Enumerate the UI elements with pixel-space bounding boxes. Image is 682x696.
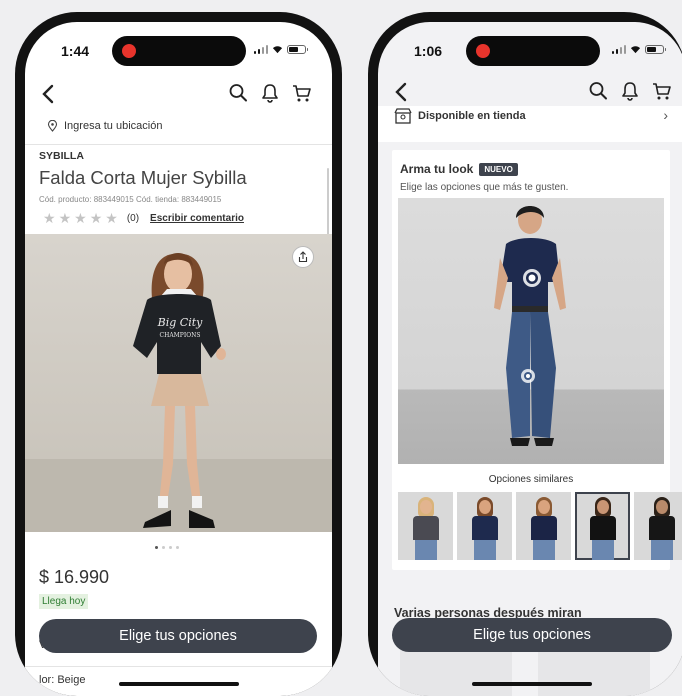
store-availability-label: Disponible en tienda — [418, 110, 526, 122]
choose-options-button[interactable]: Elige tus opciones — [39, 619, 317, 653]
signal-icon — [611, 45, 626, 54]
product-brand[interactable]: SYBILLA — [39, 150, 84, 162]
location-pin-icon — [47, 120, 58, 132]
star-icon: ★ — [43, 210, 56, 226]
dynamic-island — [112, 36, 246, 66]
carousel-dots[interactable] — [155, 546, 179, 549]
product-image[interactable]: Big City CHAMPIONS — [25, 234, 332, 532]
camera-dot — [476, 44, 490, 58]
chevron-right-icon: › — [663, 107, 668, 123]
star-icon: ★ — [89, 210, 103, 226]
similar-option-thumbnail[interactable] — [575, 492, 630, 560]
color-label: lor: Beige — [39, 674, 86, 686]
home-indicator[interactable] — [472, 682, 592, 686]
top-navbar — [25, 80, 332, 110]
status-time: 1:06 — [414, 43, 443, 59]
signal-icon — [253, 45, 268, 54]
search-icon[interactable] — [588, 80, 608, 102]
product-page-screen: 1:44 Ingresa tu ubicación SYBILLA Falda … — [25, 22, 332, 696]
location-label: Ingresa tu ubicación — [64, 120, 163, 132]
rating-count: (0) — [126, 213, 140, 224]
star-icon: ★ — [74, 210, 87, 226]
cart-icon[interactable] — [292, 82, 312, 104]
store-availability-row[interactable]: Disponible en tienda › — [378, 106, 682, 142]
star-icon: ★ — [105, 210, 118, 226]
look-subtitle: Elige las opciones que más te gusten. — [400, 182, 569, 193]
share-button[interactable] — [292, 246, 314, 268]
location-selector[interactable]: Ingresa tu ubicación — [47, 120, 162, 132]
phone-left: 1:44 Ingresa tu ubicación SYBILLA Falda … — [15, 12, 342, 696]
nav-actions — [228, 82, 312, 104]
hotspot-icon[interactable] — [521, 369, 535, 383]
bell-icon[interactable] — [260, 82, 280, 104]
look-builder-screen: 1:06 Disponible en tienda › Arma tu look… — [378, 22, 682, 696]
similar-option-thumbnail[interactable] — [516, 492, 571, 560]
hotspot-icon[interactable] — [523, 269, 541, 287]
write-review-link[interactable]: Escribir comentario — [150, 213, 244, 224]
top-navbar — [378, 78, 682, 108]
home-indicator[interactable] — [119, 682, 239, 686]
wifi-icon — [272, 46, 283, 54]
back-icon[interactable] — [392, 80, 412, 104]
rating-row: ★ ★ ★ ★ ★ (0) Escribir comentario — [43, 210, 244, 227]
product-price: $ 16.990 — [39, 567, 110, 587]
similar-options-carousel — [398, 492, 682, 560]
camera-dot — [122, 44, 136, 58]
sweatshirt-print-line2: CHAMPIONS — [160, 332, 201, 339]
status-time: 1:44 — [61, 43, 90, 59]
divider — [25, 144, 332, 145]
search-icon[interactable] — [228, 82, 248, 104]
battery-icon — [645, 45, 666, 54]
model-photo — [494, 206, 566, 446]
look-title: Arma tu look — [400, 162, 474, 176]
share-icon — [298, 251, 308, 263]
divider — [25, 666, 332, 667]
similar-option-thumbnail[interactable] — [398, 492, 453, 560]
nav-actions — [588, 80, 672, 102]
status-icons — [611, 45, 666, 54]
look-title-row: Arma tu look NUEVO — [400, 162, 518, 176]
back-icon[interactable] — [39, 82, 59, 106]
new-badge: NUEVO — [479, 162, 518, 176]
look-image[interactable] — [398, 198, 664, 464]
scrollbar[interactable] — [327, 168, 329, 238]
battery-icon — [287, 45, 308, 54]
product-codes: Cód. producto: 883449015 Cód. tienda: 88… — [39, 195, 222, 204]
product-title: Falda Corta Mujer Sybilla — [39, 167, 247, 188]
similar-options-label: Opciones similares — [488, 474, 574, 485]
build-look-card: Arma tu look NUEVO Elige las opciones qu… — [392, 150, 682, 570]
store-icon — [394, 108, 412, 124]
sweatshirt-print-line1: Big City — [157, 316, 203, 329]
star-icon: ★ — [58, 210, 72, 226]
dynamic-island — [466, 36, 600, 66]
phone-right: 1:06 Disponible en tienda › Arma tu look… — [368, 12, 682, 696]
bell-icon[interactable] — [620, 80, 640, 102]
wifi-icon — [630, 46, 641, 54]
status-icons — [253, 45, 308, 54]
model-photo: Big City CHAMPIONS — [25, 253, 332, 532]
similar-option-thumbnail[interactable] — [457, 492, 512, 560]
cart-icon[interactable] — [652, 80, 672, 102]
choose-options-button[interactable]: Elige tus opciones — [392, 618, 672, 652]
delivery-badge: Llega hoy — [39, 594, 89, 609]
similar-option-thumbnail[interactable] — [634, 492, 682, 560]
